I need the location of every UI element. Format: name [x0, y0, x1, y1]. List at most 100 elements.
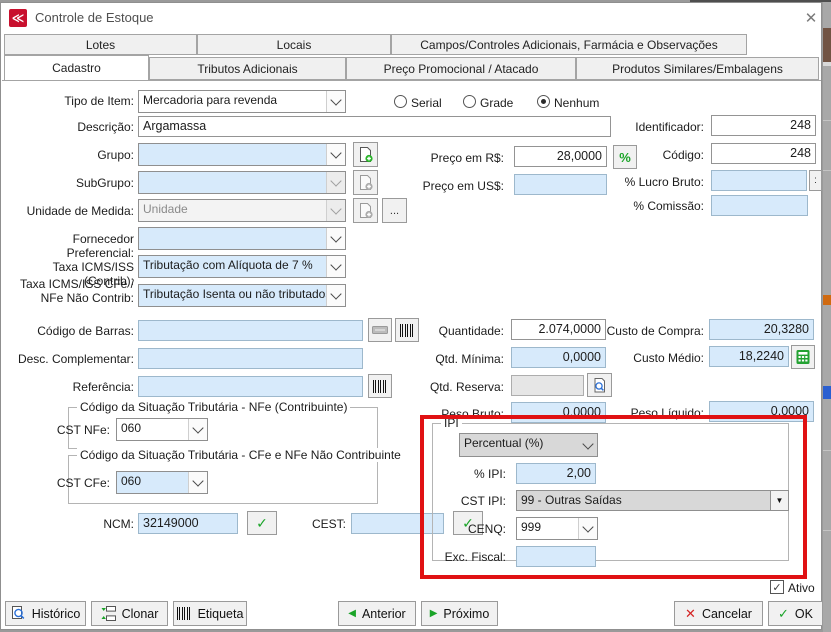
custo-medio-field[interactable]: 18,2240: [709, 346, 789, 367]
radio-serial[interactable]: [394, 95, 407, 108]
descricao-field[interactable]: Argamassa: [138, 116, 611, 137]
radio-nenhum[interactable]: [537, 95, 550, 108]
qtd-reserva-detail-button[interactable]: [587, 373, 612, 397]
tab-campos-controles-adicionais[interactable]: Campos/Controles Adicionais, Farmácia e …: [391, 34, 747, 55]
cancelar-button-label: Cancelar: [702, 607, 752, 621]
anterior-button[interactable]: ◀ Anterior: [338, 601, 416, 626]
codigo-de-barras-field[interactable]: [138, 320, 363, 341]
grupo-combo[interactable]: [138, 143, 346, 166]
identificador-field[interactable]: 248: [711, 115, 816, 136]
tab-cadastro[interactable]: Cadastro: [4, 55, 149, 80]
ok-button[interactable]: ✓ OK: [768, 601, 823, 626]
cst-nfe-value: 060: [117, 419, 188, 440]
close-icon[interactable]: ✕: [801, 8, 821, 28]
cancelar-button[interactable]: ✕ Cancelar: [674, 601, 763, 626]
cst-cfe-groupbox: Código da Situação Tributária - CFe e NF…: [68, 455, 378, 504]
unidade-de-medida-value: Unidade: [139, 200, 326, 221]
cst-cfe-groupbox-title: Código da Situação Tributária - CFe e NF…: [77, 448, 404, 462]
quantidade-label: Quantidade:: [386, 324, 504, 338]
tab-content-divider: [2, 80, 821, 81]
unidade-de-medida-label: Unidade de Medida:: [3, 204, 134, 218]
cest-label: CEST:: [291, 517, 346, 531]
desc-complementar-field[interactable]: [138, 348, 363, 369]
comissao-label: % Comissão:: [586, 199, 704, 213]
proximo-button-label: Próximo: [443, 607, 489, 621]
check-icon: ✓: [772, 581, 781, 594]
tipo-de-item-combo[interactable]: Mercadoria para revenda: [138, 90, 346, 113]
ellipsis-icon: ...: [390, 205, 399, 217]
chevron-down-icon: [326, 144, 345, 165]
new-document-plus-icon: [357, 174, 374, 191]
new-document-plus-icon: [357, 202, 374, 219]
preco-rs-label: Preço em R$:: [386, 151, 504, 165]
ipi-groupbox-title: IPI: [441, 416, 462, 430]
tab-preco-promocional[interactable]: Preço Promocional / Atacado: [346, 57, 576, 80]
new-document-plus-icon: [357, 146, 374, 163]
radio-grade[interactable]: [463, 95, 476, 108]
proximo-button[interactable]: ▶ Próximo: [421, 601, 498, 626]
codigo-field[interactable]: 248: [711, 143, 816, 164]
background-fragment: [823, 295, 831, 305]
historico-button[interactable]: Histórico: [5, 601, 86, 626]
qtd-reserva-field: [511, 375, 584, 396]
preco-us-label: Preço em US$:: [386, 179, 504, 193]
taxa-icms-nao-contrib-combo[interactable]: Tributação Isenta ou não tributados: [138, 284, 346, 307]
tab-produtos-similares[interactable]: Produtos Similares/Embalagens: [576, 57, 819, 80]
ipi-tipo-combo[interactable]: Percentual (%): [459, 433, 598, 457]
background-window-strip: [823, 0, 831, 632]
unidade-de-medida-combo[interactable]: Unidade: [138, 199, 346, 222]
background-fragment: [823, 62, 831, 66]
tab-tributos-adicionais[interactable]: Tributos Adicionais: [149, 57, 346, 80]
app-logo-icon: ≪: [9, 9, 27, 27]
chevron-down-icon: [188, 419, 207, 440]
exc-fiscal-label: Exc. Fiscal:: [406, 550, 506, 564]
cst-nfe-groupbox: Código da Situação Tributária - NFe (Con…: [68, 407, 378, 449]
exc-fiscal-field[interactable]: [516, 546, 596, 567]
cst-cfe-combo[interactable]: 060: [116, 471, 208, 494]
anterior-button-label: Anterior: [362, 607, 406, 621]
add-grupo-button[interactable]: [353, 142, 378, 167]
referencia-field[interactable]: [138, 376, 363, 397]
cst-nfe-combo[interactable]: 060: [116, 418, 208, 441]
taxa-icms-nao-contrib-value: Tributação Isenta ou não tributados: [139, 285, 326, 306]
cst-ipi-label: CST IPI:: [406, 494, 506, 508]
peso-liquido-field[interactable]: 0,0000: [709, 401, 814, 422]
ipi-perc-field[interactable]: 2,00: [516, 463, 596, 484]
fornecedor-preferencial-combo[interactable]: [138, 227, 346, 250]
chevron-down-icon: [326, 172, 345, 193]
qtd-reserva-label: Qtd. Reserva:: [386, 380, 504, 394]
ativo-checkbox[interactable]: ✓: [770, 580, 784, 594]
ipi-tipo-value: Percentual (%): [460, 434, 579, 456]
dropdown-arrow-icon: ▼: [770, 491, 788, 510]
calculate-custo-medio-button[interactable]: [791, 345, 815, 369]
tab-locais[interactable]: Locais: [197, 34, 391, 55]
etiqueta-button-label: Etiqueta: [198, 607, 244, 621]
subgrupo-combo[interactable]: [138, 171, 346, 194]
lucro-bruto-options-button[interactable]: :: [809, 170, 822, 191]
grupo-label: Grupo:: [3, 148, 134, 162]
custo-compra-field[interactable]: 20,3280: [709, 319, 814, 340]
identificador-label: Identificador:: [586, 120, 704, 134]
fornecedor-preferencial-label: Fornecedor Preferencial:: [3, 232, 134, 260]
taxa-icms-contrib-combo[interactable]: Tributação com Alíquota de 7 %: [138, 255, 346, 278]
lucro-bruto-field[interactable]: [711, 170, 807, 191]
tab-lotes[interactable]: Lotes: [4, 34, 197, 55]
cst-ipi-combo[interactable]: 99 - Outras Saídas ▼: [516, 490, 789, 511]
cenq-combo[interactable]: 999: [516, 517, 598, 540]
radio-grade-label: Grade: [480, 96, 540, 110]
ncm-field[interactable]: 32149000: [138, 513, 238, 534]
add-subgrupo-button-disabled[interactable]: [353, 170, 378, 195]
codigo-de-barras-label: Código de Barras:: [3, 324, 134, 338]
unidade-more-options-button[interactable]: ...: [382, 198, 407, 223]
historico-button-label: Histórico: [32, 607, 81, 621]
window-title: Controle de Estoque: [35, 10, 154, 25]
add-unidade-button-disabled[interactable]: [353, 198, 378, 223]
background-fragment: [823, 170, 831, 171]
ipi-perc-label: % IPI:: [406, 467, 506, 481]
comissao-field[interactable]: [711, 195, 808, 216]
etiqueta-button[interactable]: Etiqueta: [173, 601, 247, 626]
ncm-validate-button[interactable]: ✓: [247, 511, 277, 535]
clonar-button[interactable]: Clonar: [91, 601, 168, 626]
background-fragment: [823, 450, 831, 451]
custo-medio-label: Custo Médio:: [586, 351, 704, 365]
